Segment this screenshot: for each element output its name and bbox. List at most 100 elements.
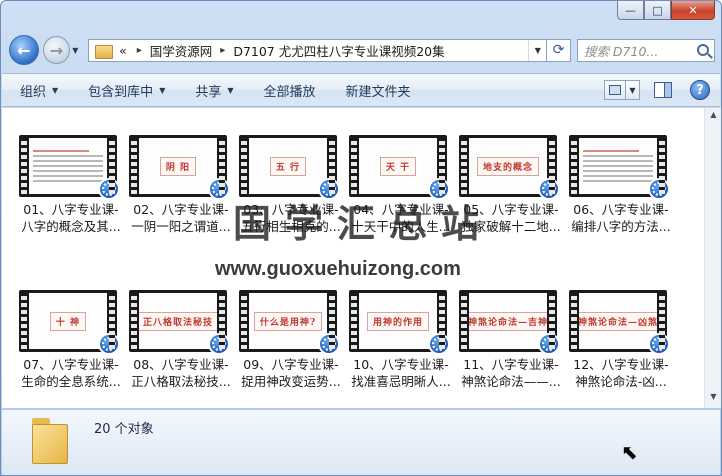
video-thumbnail [569, 135, 670, 200]
file-name-line1: 02、八字专业课- [133, 202, 229, 217]
file-item[interactable]: 06、八字专业课- 编排八字的方法... [566, 135, 676, 261]
video-thumbnail: 神煞论命法—吉神 [459, 290, 560, 355]
breadcrumb-item[interactable]: 国学资源网 [150, 41, 213, 60]
file-name-line2: 生命的全息系统... [21, 374, 121, 389]
file-item[interactable]: 神煞论命法—凶煞 12、八字专业课- 神煞论命法-凶... [566, 290, 676, 416]
media-player-icon [98, 333, 120, 355]
play-all-label: 全部播放 [263, 84, 316, 100]
file-item[interactable]: 十 神 07、八字专业课- 生命的全息系统... [16, 290, 126, 416]
file-name-line2: 捉用神改变运势... [241, 374, 341, 389]
address-overflow[interactable]: « [119, 43, 127, 58]
thumbnail-title: 正八格取法秘技 [139, 311, 217, 331]
thumbnail-title: 五 行 [269, 156, 307, 176]
file-item[interactable]: 正八格取法秘技 08、八字专业课- 正八格取法秘技... [126, 290, 236, 416]
file-name-line1: 06、八字专业课- [573, 202, 669, 217]
file-name-line2: 编排八字的方法... [571, 219, 671, 234]
chevron-down-icon: ▼ [227, 85, 234, 95]
crumb-separator[interactable]: ▸ [220, 45, 225, 56]
video-thumbnail: 神煞论命法—凶煞 [569, 290, 670, 355]
video-thumbnail: 地支的概念 [459, 135, 560, 200]
file-name-line1: 07、八字专业课- [23, 357, 119, 372]
thumbnail-frame [29, 138, 107, 194]
file-item[interactable]: 阴 阳 02、八字专业课- 一阴一阳之谓道... [126, 135, 236, 261]
back-arrow-icon: ← [17, 40, 31, 60]
thumbnail-frame: 阴 阳 [139, 138, 217, 194]
file-item[interactable]: 神煞论命法—吉神 11、八字专业课- 神煞论命法——... [456, 290, 566, 416]
file-name-line2: 八字的概念及其... [21, 219, 121, 234]
view-options-dropdown[interactable]: ▼ [626, 80, 640, 100]
scroll-down-arrow[interactable]: ▼ [707, 392, 720, 406]
include-in-library-menu[interactable]: 包含到库中 ▼ [88, 81, 165, 100]
recent-pages-dropdown[interactable]: ▼ [72, 46, 82, 55]
preview-pane-button[interactable] [654, 82, 672, 98]
file-item[interactable]: 01、八字专业课- 八字的概念及其... [16, 135, 126, 261]
media-player-icon [538, 178, 560, 200]
watermark-url: www.guoxuehuizong.com [215, 258, 461, 280]
address-bar[interactable]: « ▸ 国学资源网 ▸ D7107 尤尤四柱八字专业课视频20集 ▼ [88, 38, 548, 62]
command-bar: 组织 ▼ 包含到库中 ▼ 共享 ▼ 全部播放 新建文件夹 ▼ ? [2, 73, 720, 107]
thumbnail-frame: 天 干 [359, 138, 437, 194]
media-player-icon [318, 333, 340, 355]
vertical-scrollbar[interactable]: ▲ ▼ [704, 108, 721, 408]
change-view-button[interactable] [604, 80, 626, 100]
thumbnail-frame: 什么是用神? [249, 293, 327, 349]
thumbnail-frame: 用神的作用 [359, 293, 437, 349]
thumbnail-frame: 十 神 [29, 293, 107, 349]
forward-arrow-icon: → [49, 40, 64, 60]
forward-button[interactable]: → [42, 36, 71, 64]
thumbnail-document-lines [583, 147, 653, 185]
refresh-icon: ⟳ [552, 42, 565, 58]
file-name-line2: 神煞论命法——... [461, 374, 561, 389]
thumbnail-title: 用神的作用 [366, 311, 429, 331]
back-button[interactable]: ← [9, 35, 39, 65]
thumbnail-title: 神煞论命法—凶煞 [579, 311, 657, 331]
caption-buttons: — □ ✕ [617, 1, 715, 20]
new-folder-button[interactable]: 新建文件夹 [346, 81, 411, 100]
video-thumbnail [19, 135, 120, 200]
media-player-icon [648, 333, 670, 355]
details-pane: 20 个对象 [2, 409, 720, 475]
organize-label: 组织 [20, 84, 47, 100]
thumbnail-title: 什么是用神? [253, 311, 323, 331]
help-button[interactable]: ? [690, 80, 710, 100]
media-player-icon [208, 333, 230, 355]
share-menu[interactable]: 共享 ▼ [195, 81, 233, 100]
file-name-line1: 01、八字专业课- [23, 202, 119, 217]
media-player-icon [648, 178, 670, 200]
minimize-button[interactable]: — [617, 1, 644, 20]
new-folder-label: 新建文件夹 [345, 84, 411, 100]
media-player-icon [428, 333, 450, 355]
chevron-down-icon: ▼ [52, 85, 59, 95]
thumbnail-title: 阴 阳 [159, 156, 197, 176]
file-name-line2: 正八格取法秘技... [131, 374, 231, 389]
share-label: 共享 [195, 84, 222, 100]
thumbnail-title: 天 干 [379, 156, 417, 176]
file-name-line2: 神煞论命法-凶... [575, 374, 667, 389]
thumbnail-frame [579, 138, 657, 194]
organize-menu[interactable]: 组织 ▼ [20, 81, 58, 100]
media-player-icon [98, 178, 120, 200]
file-item[interactable]: 什么是用神? 09、八字专业课- 捉用神改变运势... [236, 290, 346, 416]
thumbnail-frame: 神煞论命法—凶煞 [579, 293, 657, 349]
folder-icon [30, 416, 70, 464]
scroll-up-arrow[interactable]: ▲ [707, 110, 720, 124]
video-thumbnail: 天 干 [349, 135, 450, 200]
media-player-icon [208, 178, 230, 200]
view-icon [609, 85, 621, 95]
file-item[interactable]: 用神的作用 10、八字专业课- 找准喜忌明晰人... [346, 290, 456, 416]
folder-icon [95, 43, 114, 59]
thumbnail-frame: 五 行 [249, 138, 327, 194]
file-name-line1: 09、八字专业课- [243, 357, 339, 372]
breadcrumb-item-current[interactable]: D7107 尤尤四柱八字专业课视频20集 [233, 41, 444, 60]
file-name-line1: 12、八字专业课- [573, 357, 669, 372]
watermark-title: 国学汇总站 [233, 201, 494, 246]
refresh-button[interactable]: ⟳ [547, 38, 571, 62]
search-icon [697, 44, 709, 56]
search-input[interactable]: 搜索 D710... [576, 38, 715, 62]
close-button[interactable]: ✕ [671, 1, 715, 20]
maximize-button[interactable]: □ [644, 1, 671, 20]
play-all-button[interactable]: 全部播放 [264, 81, 316, 100]
address-dropdown[interactable]: ▼ [528, 39, 546, 61]
crumb-separator: ▸ [136, 44, 142, 56]
thumbnail-title: 神煞论命法—吉神 [469, 311, 547, 331]
